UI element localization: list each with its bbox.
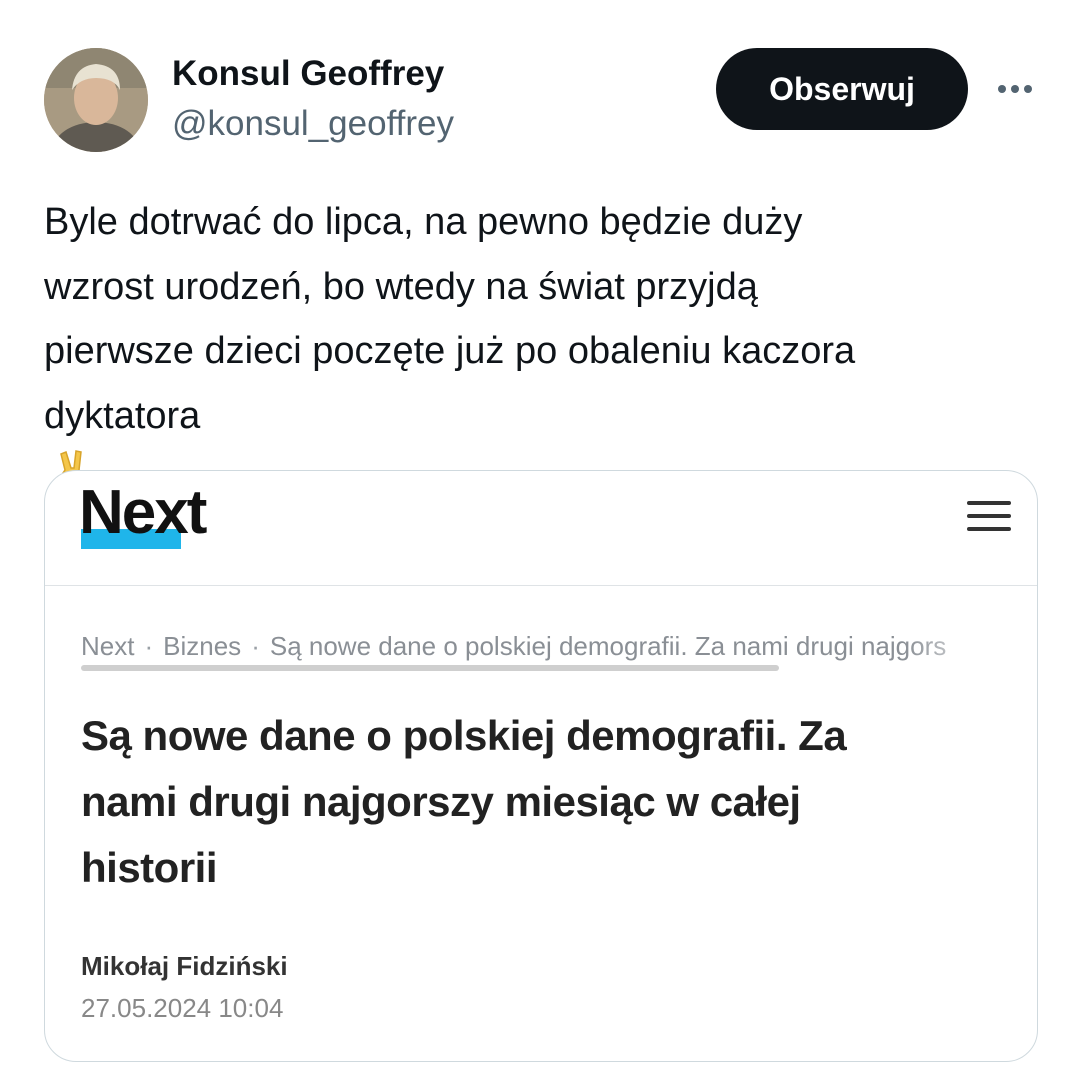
- breadcrumb-item: Są nowe dane o polskiej demografii. Za n…: [269, 631, 947, 661]
- headline-line: historii: [81, 844, 218, 891]
- dot: [1024, 85, 1032, 93]
- site-logo: Next: [79, 478, 207, 547]
- article-date: 27.05.2024 10:04: [81, 993, 284, 1023]
- breadcrumb-item[interactable]: Next: [81, 631, 134, 661]
- article-author: Mikołaj Fidziński: [81, 951, 288, 981]
- tweet-line: Byle dotrwać do lipca, na pewno będzie d…: [44, 201, 803, 243]
- follow-button[interactable]: Obserwuj: [716, 48, 968, 130]
- avatar[interactable]: [44, 48, 148, 152]
- dot: [1011, 85, 1019, 93]
- embedded-image-card[interactable]: Next Next · Biznes · Są nowe dane o polskiej…: [44, 470, 1038, 1062]
- breadcrumb: Next · Biznes · Są nowe dane o polskiej demo…: [81, 631, 1011, 662]
- tweet-line: wzrost urodzeń, bo wtedy na świat przyjd…: [44, 265, 758, 308]
- dot: [998, 85, 1006, 93]
- menu-line: [967, 501, 1011, 505]
- more-dots-icon[interactable]: [990, 72, 1040, 106]
- card-header: Next: [45, 471, 1037, 586]
- breadcrumb-fade: [905, 627, 1015, 667]
- menu-line: [967, 527, 1011, 531]
- menu-line: [967, 514, 1011, 518]
- breadcrumb-scrollbar: [81, 665, 779, 671]
- breadcrumb-item[interactable]: Biznes: [163, 631, 241, 661]
- article-headline: Są nowe dane o polskiej demografii. Za n…: [81, 703, 1001, 901]
- breadcrumb-separator: ·: [251, 631, 260, 661]
- user-handle[interactable]: @konsul_geoffrey: [172, 104, 454, 144]
- hamburger-menu-icon[interactable]: [967, 501, 1011, 531]
- display-name[interactable]: Konsul Geoffrey: [172, 54, 444, 94]
- tweet-line: pierwsze dzieci poczęte już po obaleniu …: [44, 330, 856, 372]
- headline-line: nami drugi najgorszy miesiąc w całej: [81, 778, 801, 825]
- breadcrumb-separator: ·: [144, 631, 154, 661]
- tweet-line: dyktatora: [44, 394, 201, 437]
- headline-line: Są nowe dane o polskiej demografii. Za: [81, 712, 847, 759]
